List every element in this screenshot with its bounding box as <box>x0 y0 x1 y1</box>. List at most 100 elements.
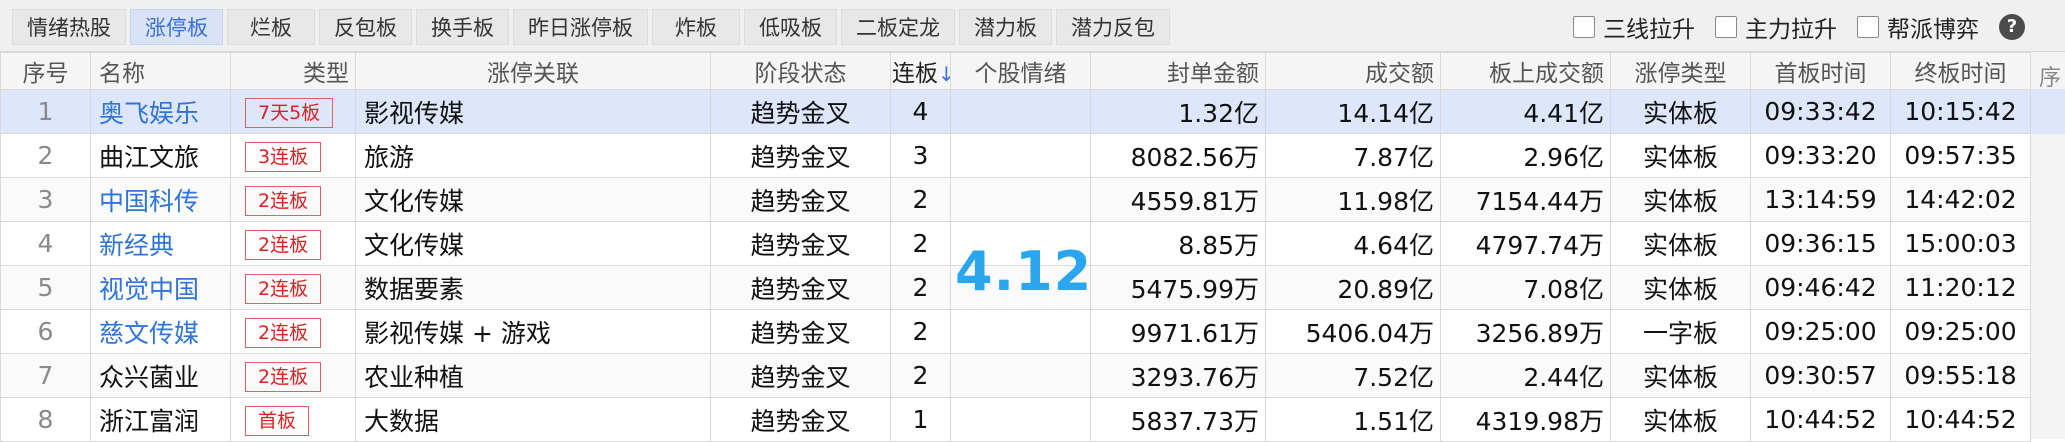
cell-last-time: 14:42:02 <box>1890 177 2031 222</box>
checkbox[interactable] <box>1715 16 1737 38</box>
streak-badge: 2连板 <box>245 273 322 304</box>
cell-last-time: 09:57:35 <box>1890 133 2031 178</box>
check-main-force-rise[interactable]: 主力拉升 <box>1715 10 1837 44</box>
tab-item[interactable]: 潜力反包 <box>1056 9 1170 45</box>
cell-badge: 2连板 <box>230 265 356 310</box>
cell-sector: 大数据 <box>355 397 711 442</box>
tab-item[interactable]: 换手板 <box>416 9 509 45</box>
cell-sector: 影视传媒 <box>355 89 711 134</box>
table-row[interactable]: 8 浙江富润 首板 大数据 趋势金叉 1 5837.73万 1.51亿 4319.98万 实体板 1… <box>0 397 2031 442</box>
cell-onboard-turnover: 4319.98万 <box>1440 397 1611 442</box>
tab-item[interactable]: 反包板 <box>319 9 412 45</box>
cell-onboard-turnover: 2.44亿 <box>1440 353 1611 398</box>
cell-stage: 趋势金叉 <box>710 265 891 310</box>
col-header-sector[interactable]: 涨停关联 <box>355 52 711 90</box>
cell-name[interactable]: 慈文传媒 <box>90 309 231 354</box>
tab-item[interactable]: 涨停板 <box>130 9 223 45</box>
cell-turnover: 4.64亿 <box>1265 221 1441 266</box>
col-header-onboard-turnover[interactable]: 板上成交额 <box>1440 52 1611 90</box>
col-header-last-time[interactable]: 终板时间 <box>1890 52 2031 90</box>
tab-list: 情绪热股 涨停板 烂板 反包板 换手板 昨日涨停板 炸板 低吸板 二板定龙 潜力板 潜力反包 <box>12 9 1170 45</box>
table-row[interactable]: 7 众兴菌业 2连板 农业种植 趋势金叉 2 3293.76万 7.52亿 2.44亿 实体板 09… <box>0 353 2031 398</box>
check-three-line-rise[interactable]: 三线拉升 <box>1573 10 1695 44</box>
cell-turnover: 14.14亿 <box>1265 89 1441 134</box>
cell-limit-type: 实体板 <box>1610 397 1751 442</box>
col-header-seal-amount[interactable]: 封单金额 <box>1090 52 1266 90</box>
filter-checks: 三线拉升 主力拉升 帮派博弈 ? <box>1573 10 2025 44</box>
checkbox[interactable] <box>1573 16 1595 38</box>
cell-turnover: 11.98亿 <box>1265 177 1441 222</box>
col-header-boards[interactable]: 连板↓ <box>890 52 951 90</box>
cell-sector: 农业种植 <box>355 353 711 398</box>
cell-name[interactable]: 新经典 <box>90 221 231 266</box>
tab-item[interactable]: 情绪热股 <box>12 9 126 45</box>
col-header-type[interactable]: 类型 <box>230 52 356 90</box>
col-header-name[interactable]: 名称 <box>90 52 231 90</box>
cell-first-time: 09:33:42 <box>1750 89 1891 134</box>
cell-badge: 7天5板 <box>230 89 356 134</box>
help-icon[interactable]: ? <box>1999 14 2025 40</box>
cell-seal-amount: 8082.56万 <box>1090 133 1266 178</box>
col-header-boards-label: 连板 <box>892 61 938 87</box>
tab-item[interactable]: 二板定龙 <box>841 9 955 45</box>
checkbox[interactable] <box>1857 16 1879 38</box>
table-row[interactable]: 1 奥飞娱乐 7天5板 影视传媒 趋势金叉 4 1.32亿 14.14亿 4.41亿 实体板 09:… <box>0 89 2031 134</box>
cell-stage: 趋势金叉 <box>710 309 891 354</box>
tab-item[interactable]: 潜力板 <box>959 9 1052 45</box>
cell-boards: 2 <box>890 265 951 310</box>
check-label: 三线拉升 <box>1603 17 1695 43</box>
cell-name[interactable]: 中国科传 <box>90 177 231 222</box>
cell-badge: 2连板 <box>230 221 356 266</box>
cell-seal-amount: 9971.61万 <box>1090 309 1266 354</box>
table-header: 序号 名称 类型 涨停关联 阶段状态 连板↓ 个股情绪 封单金额 成交额 板上成… <box>0 52 2031 90</box>
cell-no: 3 <box>0 177 91 222</box>
col-header-stage[interactable]: 阶段状态 <box>710 52 891 90</box>
overlay-date: 4.12 <box>955 240 1093 303</box>
cell-last-time: 09:55:18 <box>1890 353 2031 398</box>
cell-name[interactable]: 众兴菌业 <box>90 353 231 398</box>
cell-badge: 首板 <box>230 397 356 442</box>
cell-boards: 2 <box>890 177 951 222</box>
table-row[interactable]: 2 曲江文旅 3连板 旅游 趋势金叉 3 8082.56万 7.87亿 2.96亿 实体板 09:3… <box>0 133 2031 178</box>
cell-onboard-turnover: 7.08亿 <box>1440 265 1611 310</box>
cell-turnover: 20.89亿 <box>1265 265 1441 310</box>
cell-no: 1 <box>0 89 91 134</box>
cell-onboard-turnover: 3256.89万 <box>1440 309 1611 354</box>
col-header-turnover[interactable]: 成交额 <box>1265 52 1441 90</box>
cell-seal-amount: 1.32亿 <box>1090 89 1266 134</box>
cell-boards: 4 <box>890 89 951 134</box>
check-gang-game[interactable]: 帮派博弈 <box>1857 10 1979 44</box>
col-header-limit-type[interactable]: 涨停类型 <box>1610 52 1751 90</box>
cell-turnover: 5406.04万 <box>1265 309 1441 354</box>
streak-badge: 7天5板 <box>245 97 334 128</box>
cell-seal-amount: 8.85万 <box>1090 221 1266 266</box>
cell-name[interactable]: 浙江富润 <box>90 397 231 442</box>
col-header-sentiment[interactable]: 个股情绪 <box>950 52 1091 90</box>
right-strip-selection <box>2031 89 2065 134</box>
cell-last-time: 10:15:42 <box>1890 89 2031 134</box>
cell-boards: 2 <box>890 309 951 354</box>
cell-badge: 2连板 <box>230 309 356 354</box>
tab-item[interactable]: 低吸板 <box>744 9 837 45</box>
cell-limit-type: 实体板 <box>1610 177 1751 222</box>
cell-badge: 2连板 <box>230 353 356 398</box>
tab-item[interactable]: 昨日涨停板 <box>513 9 648 45</box>
cell-name[interactable]: 奥飞娱乐 <box>90 89 231 134</box>
sort-desc-icon: ↓ <box>938 62 950 86</box>
cell-first-time: 09:30:57 <box>1750 353 1891 398</box>
cell-name[interactable]: 曲江文旅 <box>90 133 231 178</box>
tab-item[interactable]: 炸板 <box>652 9 740 45</box>
col-header-no[interactable]: 序号 <box>0 52 91 90</box>
table-row[interactable]: 3 中国科传 2连板 文化传媒 趋势金叉 2 4559.81万 11.98亿 7154.44万实… <box>0 177 2031 222</box>
cell-seal-amount: 3293.76万 <box>1090 353 1266 398</box>
cell-sentiment <box>950 133 1091 178</box>
cell-limit-type: 实体板 <box>1610 353 1751 398</box>
col-header-first-time[interactable]: 首板时间 <box>1750 52 1891 90</box>
cell-no: 5 <box>0 265 91 310</box>
cell-last-time: 10:44:52 <box>1890 397 2031 442</box>
cell-sentiment <box>950 397 1091 442</box>
cell-stage: 趋势金叉 <box>710 221 891 266</box>
table-row[interactable]: 6 慈文传媒 2连板 影视传媒 + 游戏 趋势金叉 2 9971.61万 5406.04万 32… <box>0 309 2031 354</box>
cell-name[interactable]: 视觉中国 <box>90 265 231 310</box>
tab-item[interactable]: 烂板 <box>227 9 315 45</box>
